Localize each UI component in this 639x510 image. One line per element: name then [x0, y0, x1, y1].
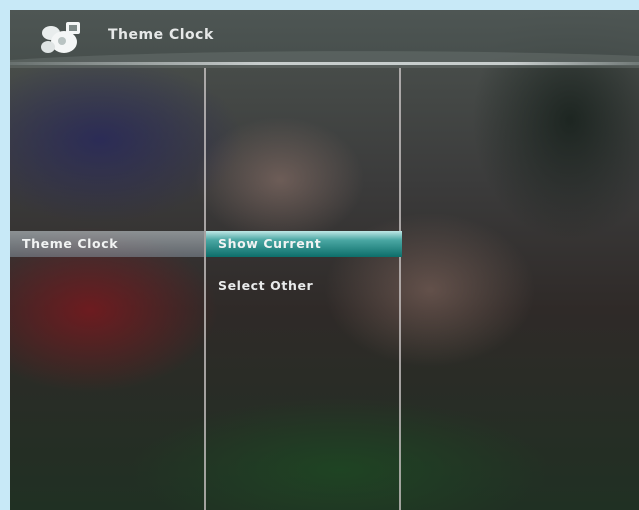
photo-frame-screen: Theme Clock Theme Clock Show Current Sel…	[10, 10, 639, 510]
page-title: Theme Clock	[108, 27, 214, 43]
title-bar: Theme Clock	[10, 10, 639, 68]
title-swoosh-decoration	[10, 51, 639, 68]
menu-item-theme-clock[interactable]: Theme Clock	[10, 231, 204, 257]
menu-item-show-current[interactable]: Show Current	[206, 231, 402, 257]
flower-logo-icon	[41, 22, 80, 53]
menu-item-select-other[interactable]: Select Other	[206, 273, 402, 299]
